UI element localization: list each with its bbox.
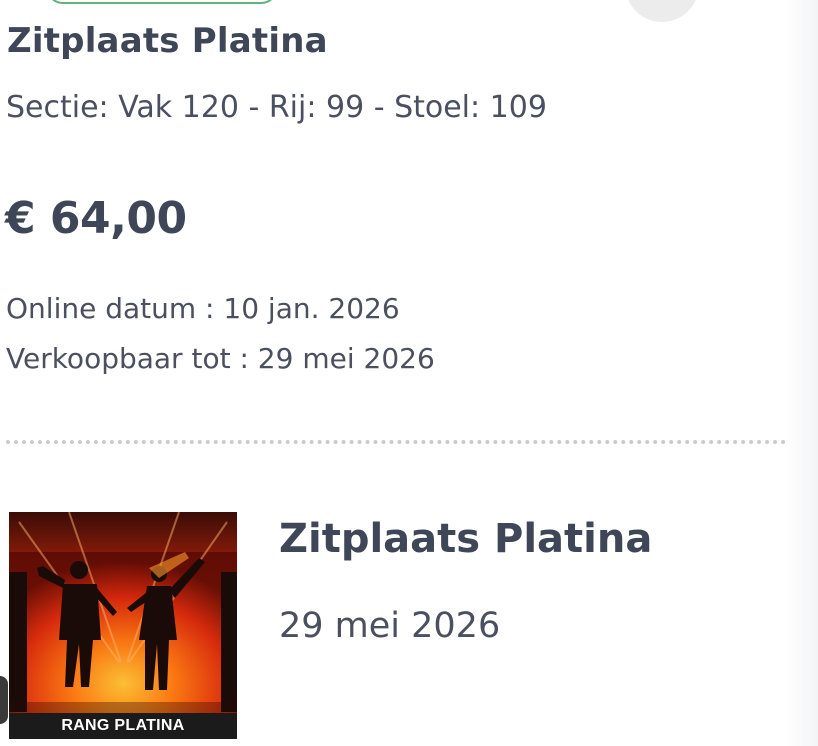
online-date: Online datum : 10 jan. 2026 [6,292,400,325]
event-card-date: 29 mei 2026 [279,606,501,646]
event-thumbnail-label: RANG PLATINA [9,713,237,739]
event-card-title[interactable]: Zitplaats Platina [279,516,652,562]
ticket-title: Zitplaats Platina [7,21,328,61]
sellable-until-date: Verkoopbaar tot : 29 mei 2026 [6,342,435,375]
edge-scroll-handle[interactable] [0,676,8,724]
dotted-divider [6,440,786,444]
status-pill [46,0,278,4]
ticket-price: € 64,00 [5,193,187,244]
event-poster-image [9,512,237,739]
round-action-button[interactable] [625,0,699,22]
event-thumbnail[interactable]: RANG PLATINA [9,512,237,739]
ticket-detail-page: Zitplaats Platina Sectie: Vak 120 - Rij:… [0,0,818,746]
seat-section-info: Sectie: Vak 120 - Rij: 99 - Stoel: 109 [6,90,547,125]
